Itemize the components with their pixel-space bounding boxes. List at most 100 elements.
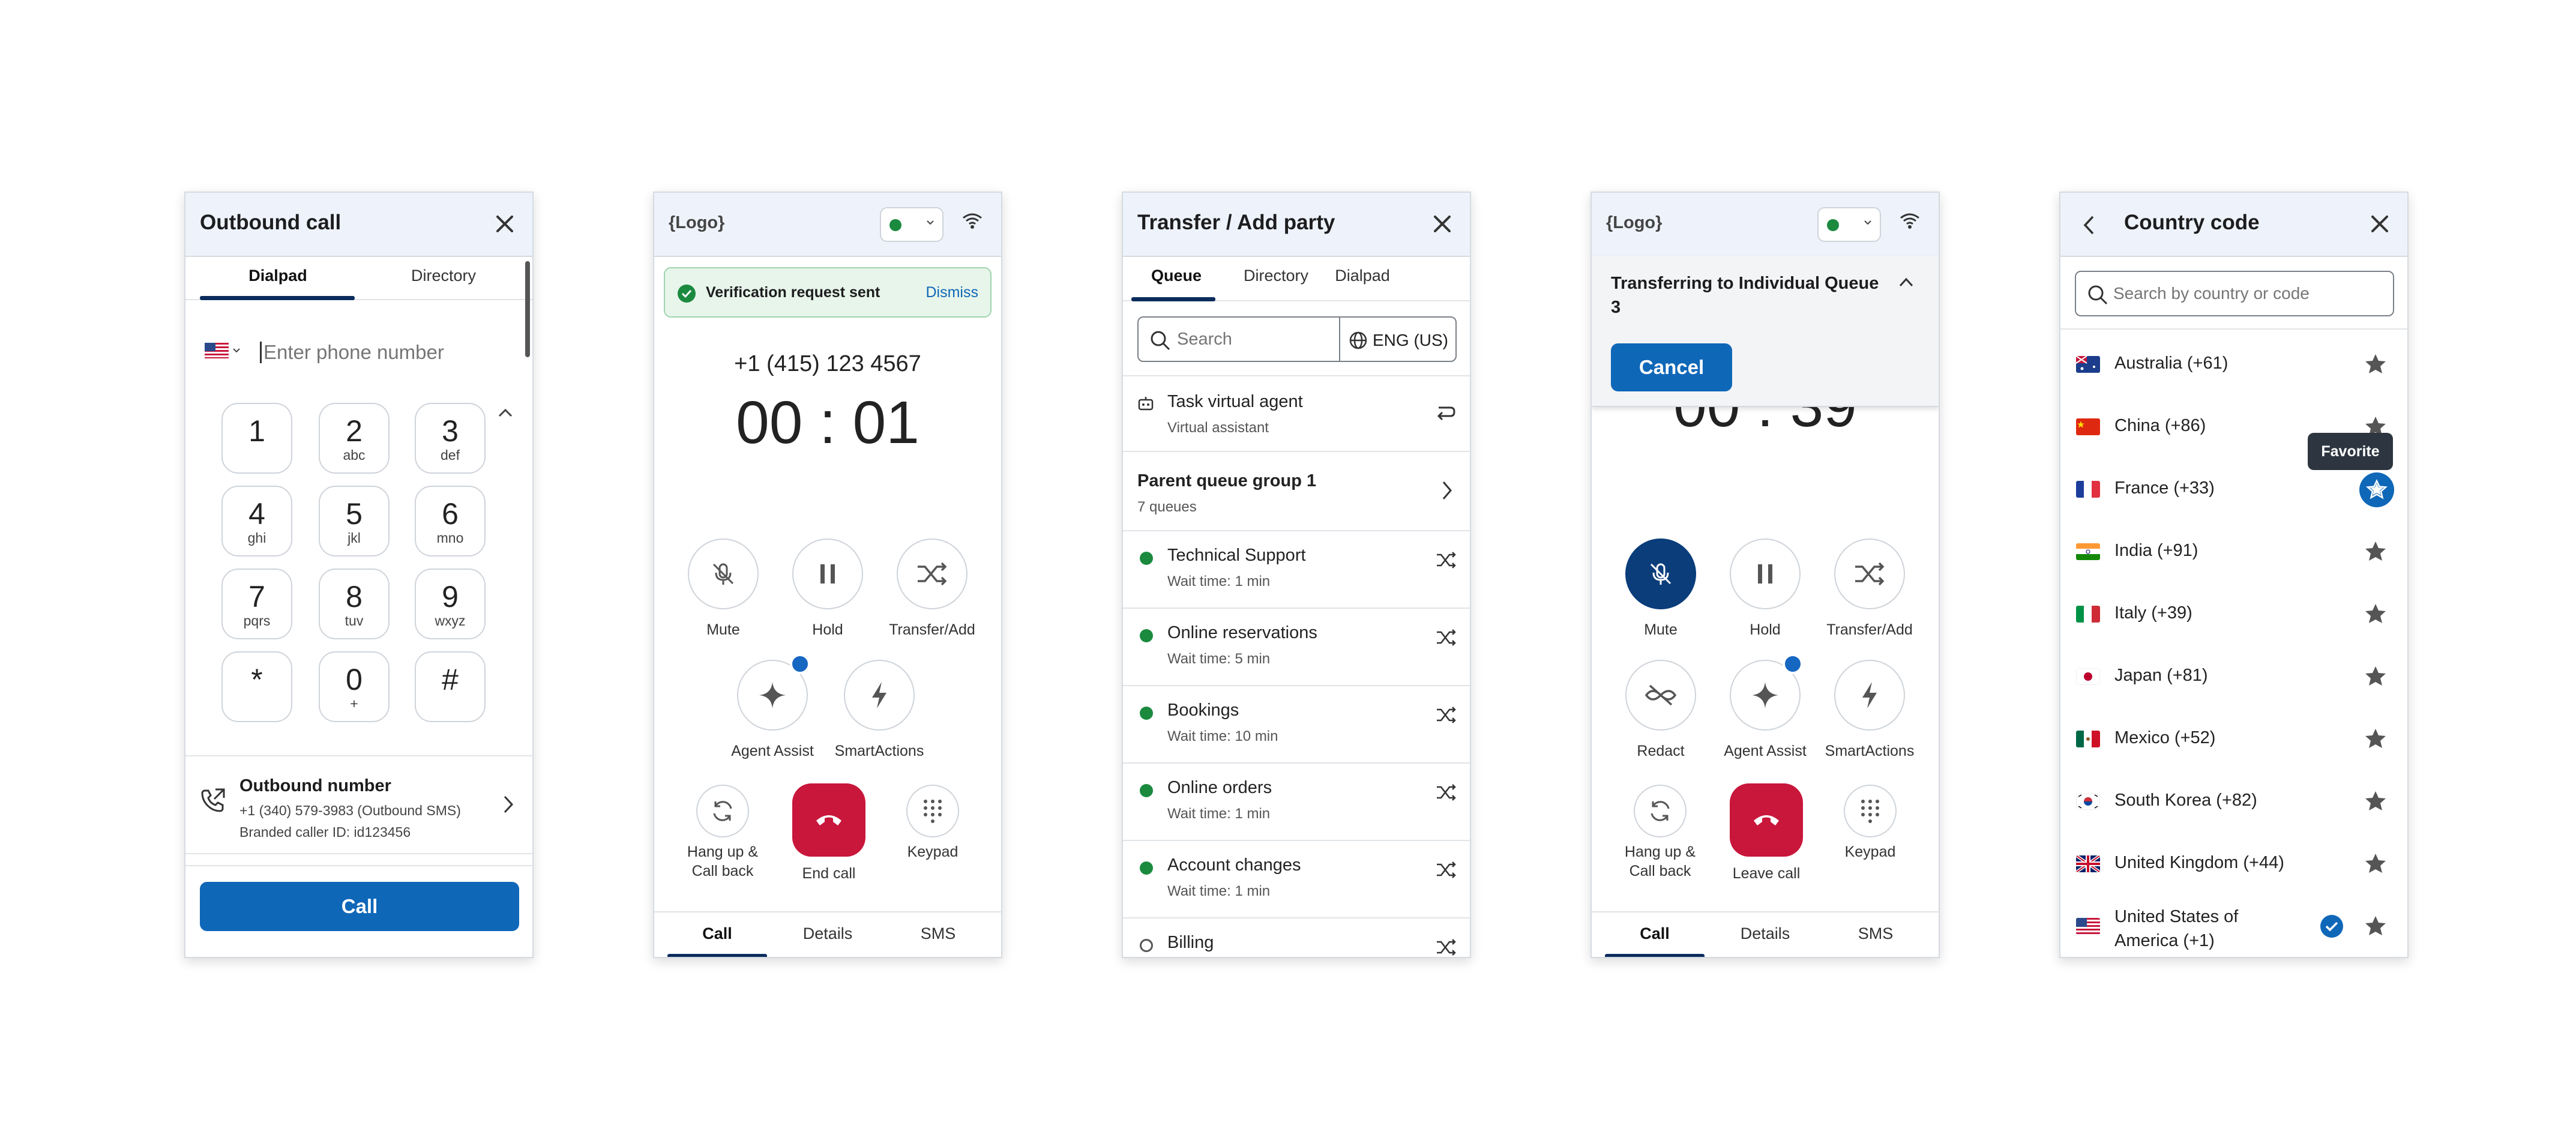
dialpad-key[interactable]: * xyxy=(221,651,292,722)
shuffle-icon[interactable] xyxy=(1435,627,1457,648)
leave-call-button[interactable] xyxy=(1730,783,1803,857)
queue-row[interactable]: Bookings Wait time: 10 min xyxy=(1123,686,1470,764)
close-icon[interactable] xyxy=(2367,211,2393,237)
hold-button[interactable] xyxy=(792,538,863,609)
shuffle-icon[interactable] xyxy=(1435,704,1457,726)
tab-dialpad[interactable]: Dialpad xyxy=(200,267,356,285)
dialpad-key[interactable]: 7 pqrs xyxy=(221,568,292,639)
tab-directory[interactable]: Directory xyxy=(366,267,522,285)
queue-row[interactable]: Technical Support Wait time: 1 min xyxy=(1123,531,1470,609)
tab-call[interactable]: Call xyxy=(1605,924,1705,943)
country-name: Italy (+39) xyxy=(2114,603,2192,623)
redact-button[interactable] xyxy=(1625,660,1696,731)
country-row-australia[interactable]: Australia (+61) xyxy=(2060,334,2407,397)
star-icon[interactable] xyxy=(2364,352,2387,375)
status-dropdown[interactable] xyxy=(1817,207,1881,242)
chevron-up-icon[interactable] xyxy=(1898,276,1915,288)
end-call-button[interactable] xyxy=(792,783,865,857)
mute-button[interactable] xyxy=(1625,538,1696,609)
outbound-call-panel: Outbound call Dialpad Directory 1 2abc 3de… xyxy=(184,192,534,958)
dialpad-key[interactable]: 8 tuv xyxy=(319,568,390,639)
shuffle-icon[interactable] xyxy=(1435,936,1457,958)
dialpad-key[interactable]: 1 xyxy=(221,403,292,474)
country-row-mexico[interactable]: Mexico (+52) xyxy=(2060,709,2407,771)
dismiss-link[interactable]: Dismiss xyxy=(926,284,979,301)
star-icon[interactable] xyxy=(2364,540,2387,562)
smartactions-button[interactable] xyxy=(1834,660,1905,731)
smartactions-button[interactable] xyxy=(844,660,915,731)
favorite-button-active[interactable] xyxy=(2359,472,2394,507)
close-icon[interactable] xyxy=(492,211,518,237)
country-row-united-states[interactable]: United States of America (+1) xyxy=(2060,896,2407,957)
search-input[interactable] xyxy=(1177,327,1333,351)
star-icon[interactable] xyxy=(2364,727,2387,750)
country-code-selector[interactable] xyxy=(205,343,241,361)
lightning-icon xyxy=(872,682,886,708)
star-icon[interactable] xyxy=(2364,665,2387,687)
call-button[interactable]: Call xyxy=(200,882,519,931)
tab-queue[interactable]: Queue xyxy=(1131,267,1221,285)
star-icon[interactable] xyxy=(2364,852,2387,875)
country-row-united-kingdom[interactable]: United Kingdom (+44) xyxy=(2060,834,2407,896)
country-name-2: America (+1) xyxy=(2114,931,2215,950)
tab-sms[interactable]: SMS xyxy=(888,924,988,943)
tab-call[interactable]: Call xyxy=(667,924,767,943)
scrollbar[interactable] xyxy=(525,261,530,357)
shuffle-icon[interactable] xyxy=(1435,859,1457,881)
dialpad-key[interactable]: 9 wxyz xyxy=(415,568,486,639)
country-row-japan[interactable]: Japan (+81) xyxy=(2060,647,2407,709)
transfer-button[interactable] xyxy=(897,538,968,609)
country-search-input[interactable] xyxy=(2113,282,2383,306)
dialpad-key[interactable]: # xyxy=(415,651,486,722)
tab-dialpad[interactable]: Dialpad xyxy=(1323,267,1401,285)
queue-row[interactable]: Billing xyxy=(1123,918,1470,958)
country-row-italy[interactable]: Italy (+39) xyxy=(2060,584,2407,647)
tab-details[interactable]: Details xyxy=(1715,924,1815,943)
tab-details[interactable]: Details xyxy=(778,924,877,943)
tab-sms[interactable]: SMS xyxy=(1826,924,1925,943)
star-icon[interactable] xyxy=(2364,602,2387,625)
hold-button[interactable] xyxy=(1730,538,1801,609)
dialpad-key[interactable]: 5 jkl xyxy=(319,486,390,556)
status-dropdown[interactable] xyxy=(880,207,943,242)
keypad-button[interactable] xyxy=(906,785,959,837)
country-row-france[interactable]: France (+33) xyxy=(2060,459,2407,522)
outbound-number-row[interactable]: Outbound number +1 (340) 579-3983 (Outbo… xyxy=(185,757,532,853)
country-row-india[interactable]: India (+91) xyxy=(2060,522,2407,584)
chevron-up-icon[interactable] xyxy=(498,408,513,418)
chevron-down-icon xyxy=(1864,220,1871,225)
hangup-callback-button[interactable] xyxy=(1634,785,1687,837)
shuffle-icon[interactable] xyxy=(1435,549,1457,571)
language-selector[interactable]: ENG (US) xyxy=(1339,316,1457,362)
hangup-callback-button[interactable] xyxy=(696,785,749,837)
queue-row[interactable]: Account changes Wait time: 1 min xyxy=(1123,841,1470,918)
shuffle-icon[interactable] xyxy=(1435,782,1457,803)
dialpad-key[interactable]: 4 ghi xyxy=(221,486,292,556)
dialpad-key[interactable]: 2 abc xyxy=(319,403,390,474)
dialpad-key[interactable]: 3 def xyxy=(415,403,486,474)
mute-button[interactable] xyxy=(688,538,759,609)
back-icon[interactable] xyxy=(2082,214,2095,236)
star-icon[interactable] xyxy=(2364,789,2387,812)
close-icon[interactable] xyxy=(1429,211,1455,237)
phone-number-input[interactable] xyxy=(263,339,504,366)
key-digit: * xyxy=(251,663,263,696)
keypad-button[interactable] xyxy=(1844,785,1897,837)
parent-queue-group-row[interactable]: Parent queue group 1 7 queues xyxy=(1123,452,1470,531)
task-virtual-agent-row[interactable]: Task virtual agent Virtual assistant xyxy=(1123,376,1470,452)
end-call-label: End call xyxy=(802,865,856,882)
key-letters: jkl xyxy=(348,530,361,546)
hangup-label-1: Hang up & xyxy=(1624,843,1696,860)
country-row-south-korea[interactable]: South Korea (+82) xyxy=(2060,771,2407,834)
transfer-button[interactable] xyxy=(1834,538,1905,609)
queue-row[interactable]: Online orders Wait time: 1 min xyxy=(1123,764,1470,841)
queue-row[interactable]: Online reservations Wait time: 5 min xyxy=(1123,609,1470,686)
queue-search[interactable] xyxy=(1137,316,1340,362)
country-search[interactable] xyxy=(2075,271,2394,316)
tab-directory[interactable]: Directory xyxy=(1231,267,1321,285)
country-header: Country code xyxy=(2060,193,2407,257)
star-icon[interactable] xyxy=(2364,914,2387,937)
dialpad-key[interactable]: 6 mno xyxy=(415,486,486,556)
dialpad-key[interactable]: 0 + xyxy=(319,651,390,722)
cancel-button[interactable]: Cancel xyxy=(1611,343,1732,391)
